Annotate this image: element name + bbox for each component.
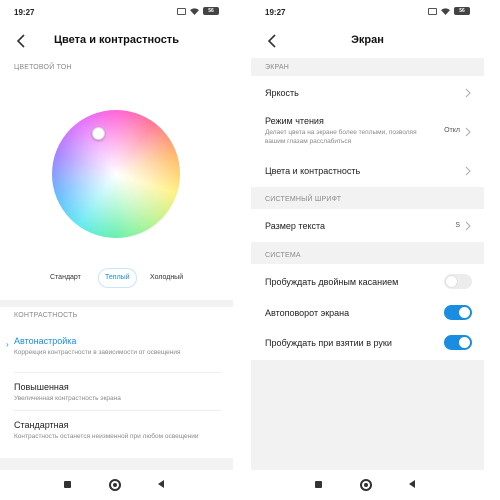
auto-rotate-label: Автоповорот экрана — [265, 308, 350, 318]
color-wheel-knob[interactable] — [92, 127, 105, 140]
color-wheel[interactable] — [52, 110, 180, 238]
reading-mode-label: Режим чтения — [265, 116, 324, 126]
contrast-standard-title: Стандартная — [14, 420, 69, 430]
contrast-high-title: Повышенная — [14, 382, 69, 392]
reading-mode-row[interactable]: Режим чтения Делает цвета на экране боле… — [251, 108, 484, 154]
chevron-right-icon — [465, 88, 471, 98]
temp-standard-button[interactable]: Стандарт — [43, 268, 88, 288]
double-tap-wake-label: Пробуждать двойным касанием — [265, 277, 399, 287]
lift-to-wake-toggle[interactable] — [444, 335, 472, 350]
reading-mode-value: Откл — [444, 127, 460, 134]
page-title: Цвета и контрастность — [54, 34, 179, 46]
app-bar: Экран — [251, 28, 484, 54]
contrast-auto-desc: Коррекция контрастности в зависимости от… — [14, 349, 181, 356]
lift-to-wake-row[interactable]: Пробуждать при взятии в руки — [251, 330, 484, 360]
chevron-right-icon — [465, 127, 471, 137]
status-time: 19:27 — [14, 8, 35, 17]
recents-icon[interactable] — [64, 481, 71, 488]
divider — [14, 372, 221, 373]
navigation-bar — [0, 470, 233, 500]
color-tone-header: ЦВЕТОВОЙ ТОН — [14, 64, 72, 71]
page-title: Экран — [351, 34, 384, 46]
sim-icon — [177, 7, 186, 15]
text-size-row[interactable]: Размер текста S — [251, 210, 484, 240]
contrast-standard[interactable]: Стандартная Контрастность останется неиз… — [14, 420, 221, 442]
display-screen: 19:27 56 Экран ЭКРАН Яркость Режим чтени… — [251, 0, 484, 500]
temp-warm-button[interactable]: Теплый — [98, 268, 137, 288]
double-tap-wake-toggle[interactable] — [444, 274, 472, 289]
system-header: СИСТЕМА — [265, 252, 301, 259]
auto-rotate-row[interactable]: Автоповорот экрана — [251, 298, 484, 328]
status-time: 19:27 — [265, 8, 286, 17]
home-icon[interactable] — [109, 479, 121, 491]
chevron-right-icon — [465, 166, 471, 176]
font-header: СИСТЕМНЫЙ ШРИФТ — [265, 196, 342, 203]
contrast-auto-title: Автонастройка — [14, 336, 77, 346]
recents-icon[interactable] — [315, 481, 322, 488]
temp-cold-button[interactable]: Холодный — [143, 268, 191, 288]
battery-icon: 56 — [454, 7, 470, 15]
reading-mode-desc: Делает цвета на экране более теплыми, по… — [265, 129, 417, 145]
contrast-standard-desc: Контрастность останется неизменной при л… — [14, 433, 199, 440]
brightness-row[interactable]: Яркость — [251, 78, 484, 106]
text-size-value: S — [455, 222, 460, 229]
lift-to-wake-label: Пробуждать при взятии в руки — [265, 338, 392, 348]
colors-contrast-screen: 19:27 56 Цвета и контрастность ЦВЕТОВОЙ … — [0, 0, 233, 500]
app-bar: Цвета и контрастность — [0, 28, 233, 54]
contrast-auto[interactable]: Автонастройка Коррекция контрастности в … — [14, 336, 221, 358]
chevron-right-icon — [465, 221, 471, 231]
status-bar: 19:27 56 — [251, 0, 484, 24]
colors-contrast-row[interactable]: Цвета и контрастность — [251, 156, 484, 184]
screen-header: ЭКРАН — [265, 64, 290, 71]
text-size-label: Размер текста — [265, 221, 326, 231]
section-divider — [0, 300, 233, 307]
empty-background — [251, 360, 484, 470]
contrast-high[interactable]: Повышенная Увеличенная контрастность экр… — [14, 382, 221, 404]
wifi-icon — [441, 7, 450, 15]
double-tap-wake-row[interactable]: Пробуждать двойным касанием — [251, 266, 484, 296]
colors-contrast-label: Цвета и контрастность — [265, 166, 361, 176]
wifi-icon — [190, 7, 199, 15]
sim-icon — [428, 7, 437, 15]
selected-chevron-icon: › — [6, 340, 9, 349]
divider — [14, 410, 221, 411]
nav-back-icon[interactable] — [409, 480, 415, 488]
nav-back-icon[interactable] — [158, 480, 164, 488]
auto-rotate-toggle[interactable] — [444, 305, 472, 320]
battery-icon: 56 — [203, 7, 219, 15]
home-icon[interactable] — [360, 479, 372, 491]
brightness-label: Яркость — [265, 88, 299, 98]
status-bar: 19:27 56 — [0, 0, 233, 24]
contrast-high-desc: Увеличенная контрастность экрана — [14, 395, 121, 402]
contrast-header: КОНТРАСТНОСТЬ — [14, 312, 78, 319]
navigation-bar — [251, 470, 484, 500]
